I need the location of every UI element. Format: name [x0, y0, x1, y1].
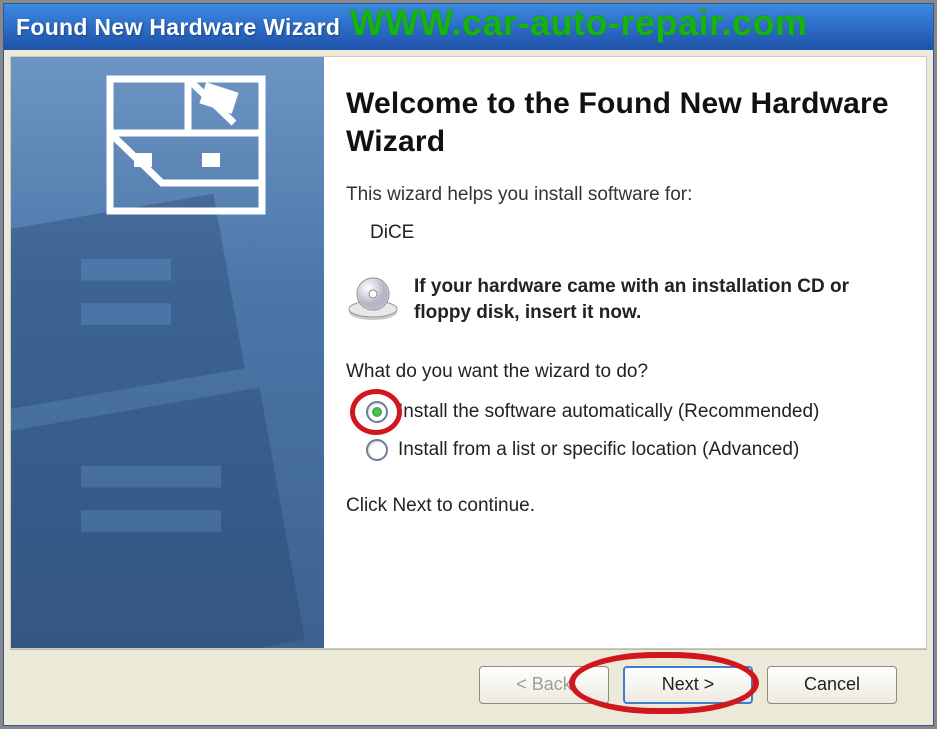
wizard-window: Found New Hardware Wizard — [3, 3, 934, 726]
continue-hint: Click Next to continue. — [346, 495, 898, 517]
wizard-sidebar — [11, 57, 324, 648]
window-title: Found New Hardware Wizard — [16, 14, 340, 41]
radio-label: Install from a list or specific location… — [398, 439, 799, 461]
next-button[interactable]: Next > — [623, 666, 753, 704]
device-name: DiCE — [370, 222, 898, 244]
wizard-heading: Welcome to the Found New Hardware Wizard — [346, 85, 898, 160]
radio-group: Install the software automatically (Reco… — [366, 401, 898, 461]
cancel-button[interactable]: Cancel — [767, 666, 897, 704]
cd-hint-text: If your hardware came with an installati… — [414, 274, 898, 325]
client-area: Welcome to the Found New Hardware Wizard… — [10, 56, 927, 649]
radio-input-auto[interactable] — [366, 401, 388, 423]
cd-icon — [346, 276, 400, 324]
back-button: < Back — [479, 666, 609, 704]
radio-option-advanced[interactable]: Install from a list or specific location… — [366, 439, 898, 461]
radio-input-advanced[interactable] — [366, 439, 388, 461]
intro-text: This wizard helps you install software f… — [346, 184, 898, 206]
wizard-question: What do you want the wizard to do? — [346, 361, 898, 383]
cd-hint-row: If your hardware came with an installati… — [346, 274, 898, 325]
radio-label: Install the software automatically (Reco… — [398, 401, 819, 423]
device-box-icon — [106, 75, 266, 215]
button-bar: < Back Next > Cancel — [10, 649, 927, 719]
radio-option-auto[interactable]: Install the software automatically (Reco… — [366, 401, 898, 423]
wizard-content: Welcome to the Found New Hardware Wizard… — [324, 57, 926, 648]
title-bar[interactable]: Found New Hardware Wizard — [4, 4, 933, 50]
